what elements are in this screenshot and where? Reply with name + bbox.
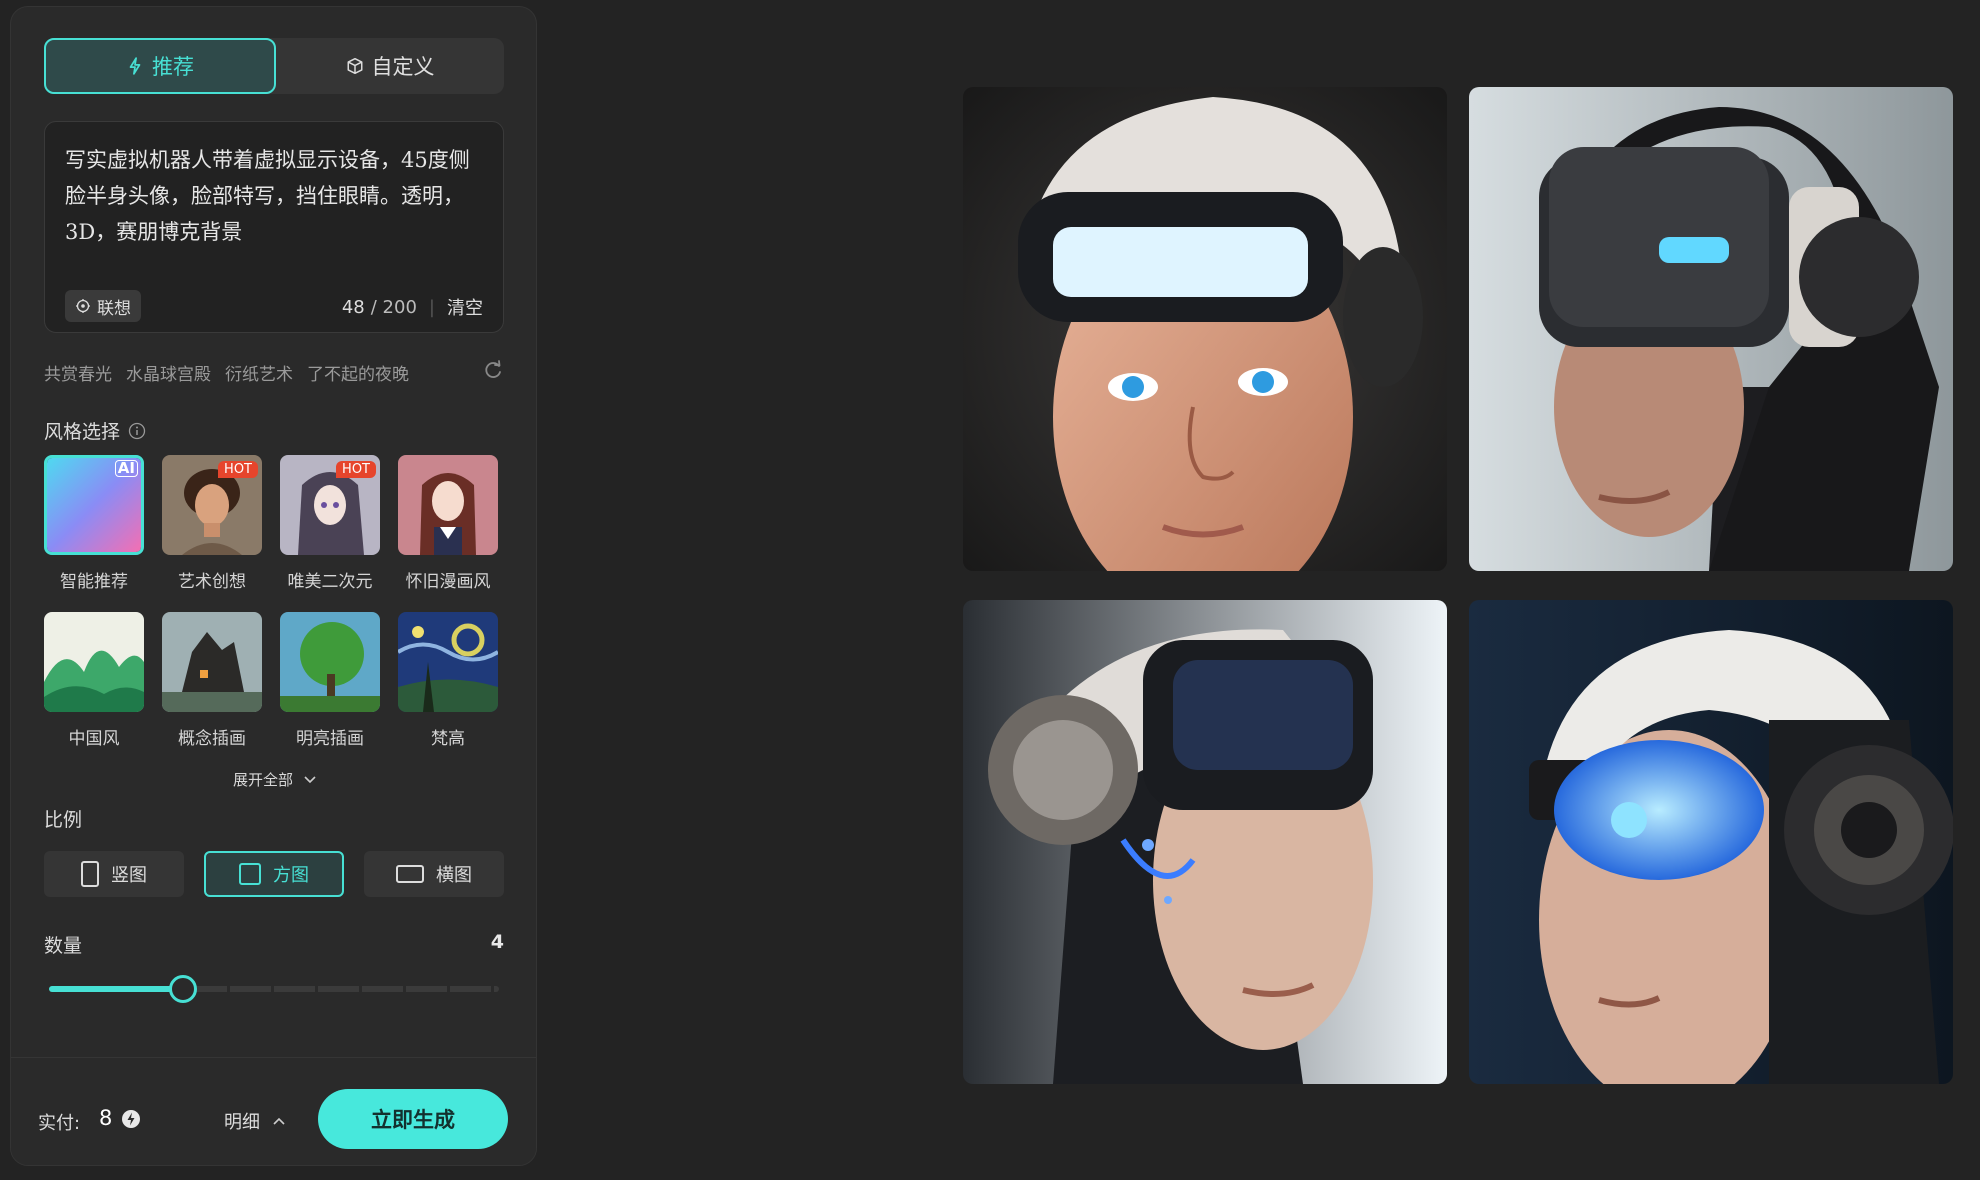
slider-tick [491,986,494,992]
slider-tick [403,986,406,992]
prompt-suggestions: 共赏春光 水晶球宫殿 衍纸艺术 了不起的夜晚 [44,359,504,385]
style-label: 中国风 [68,729,120,749]
tab-custom[interactable]: 自定义 [276,38,504,94]
result-image[interactable] [963,87,1447,571]
ratio-section-label: 比例 [44,809,83,831]
slider-tick [447,986,450,992]
ratio-square-button[interactable]: 方图 [204,851,344,897]
quantity-section-title: 数量 [44,931,82,958]
style-label: 智能推荐 [60,572,128,592]
chevron-down-icon [304,775,316,783]
result-gallery [963,87,1953,1084]
result-image[interactable] [1469,87,1953,571]
ratio-section-title: 比例 [44,805,82,832]
slider-tick [315,986,318,992]
pay-label: 实付: [38,1113,81,1134]
style-label: 唯美二次元 [287,572,373,592]
slider-fill [49,986,183,992]
prompt-text[interactable]: 写实虚拟机器人带着虚拟显示设备，45度侧脸半身头像，脸部特写，挡住眼睛。透明，3… [65,142,485,250]
detail-label: 明细 [224,1112,260,1133]
style-retro-manga[interactable]: 怀旧漫画风 [398,455,498,592]
suggestion-item[interactable]: 水晶球宫殿 [126,360,211,385]
style-thumbnail [44,612,144,712]
cube-icon [347,57,362,75]
style-label: 艺术创想 [178,572,246,592]
quantity-value: 4 [490,931,504,953]
hot-badge: HOT [336,461,376,478]
ratio-label: 横图 [436,865,472,886]
char-counter: 48 / 200 | 清空 [342,294,483,320]
ratio-portrait-button[interactable]: 竖图 [44,851,184,897]
slider-tick [227,986,230,992]
clear-button[interactable]: 清空 [447,294,483,320]
char-count-current: 48 [341,296,365,318]
style-label: 明亮插画 [296,729,364,749]
style-thumbnail: HOT [280,455,380,555]
ratio-label: 竖图 [111,865,147,886]
chevron-up-icon [273,1117,285,1125]
ratio-landscape-button[interactable]: 横图 [364,851,504,897]
quantity-label: 数量 [44,935,83,957]
prompt-textarea[interactable]: 写实虚拟机器人带着虚拟显示设备，45度侧脸半身头像，脸部特写，挡住眼睛。透明，3… [44,121,504,333]
coin-icon [122,1110,140,1128]
square-icon [239,863,261,885]
style-label: 梵高 [431,729,465,749]
slider-tick [359,986,362,992]
footer-bar: 实付: 8 明细 立即生成 [11,1057,536,1165]
style-thumbnail [398,455,498,555]
associate-button[interactable]: 联想 [65,290,141,322]
ratio-label: 方图 [273,865,309,886]
detail-button[interactable]: 明细 [224,1108,286,1134]
counter-divider: | [428,296,435,318]
style-art-imagination[interactable]: HOT 艺术创想 [162,455,262,592]
lightning-icon [129,57,141,75]
ai-badge: AI [114,460,138,477]
style-thumbnail: HOT [162,455,262,555]
suggestion-item[interactable]: 共赏春光 [44,360,112,385]
landscape-icon [396,865,424,883]
style-thumbnail [162,612,262,712]
mode-tabs: 推荐 自定义 [44,38,504,94]
style-bright-illustration[interactable]: 明亮插画 [280,612,380,749]
style-chinese[interactable]: 中国风 [44,612,144,749]
ratio-options: 竖图 方图 横图 [44,851,504,897]
style-van-gogh[interactable]: 梵高 [398,612,498,749]
generate-button[interactable]: 立即生成 [318,1089,508,1149]
style-section-label: 风格选择 [44,421,121,443]
style-label: 怀旧漫画风 [405,572,491,592]
result-image[interactable] [963,600,1447,1084]
char-count-max: / 200 [370,296,417,318]
style-smart-recommend[interactable]: AI 智能推荐 [44,455,144,592]
expand-all-button[interactable]: 展开全部 [44,769,506,790]
suggestion-item[interactable]: 了不起的夜晚 [307,360,409,385]
slider-thumb[interactable] [169,975,197,1003]
refresh-icon[interactable] [482,359,504,381]
style-thumbnail [280,612,380,712]
info-icon[interactable] [128,422,146,440]
settings-panel: 推荐 自定义 写实虚拟机器人带着虚拟显示设备，45度侧脸半身头像，脸部特写，挡住… [10,6,537,1166]
portrait-icon [81,861,99,887]
style-thumbnail: AI [44,455,144,555]
tab-recommend-label: 推荐 [152,55,194,79]
style-label: 概念插画 [178,729,246,749]
sparkle-icon [76,299,90,313]
hot-badge: HOT [218,461,258,478]
style-concept-illustration[interactable]: 概念插画 [162,612,262,749]
tab-recommend[interactable]: 推荐 [44,38,276,94]
style-thumbnail [398,612,498,712]
result-image[interactable] [1469,600,1953,1084]
style-anime[interactable]: HOT 唯美二次元 [280,455,380,592]
tab-custom-label: 自定义 [371,55,435,79]
expand-all-label: 展开全部 [232,771,293,789]
style-section-title: 风格选择 [44,417,146,444]
pay-value: 8 [99,1106,113,1130]
quantity-slider[interactable] [49,975,499,1003]
slider-tick [271,986,274,992]
suggestion-item[interactable]: 衍纸艺术 [225,360,293,385]
associate-label: 联想 [97,298,131,319]
style-grid: AI 智能推荐 HOT 艺术创想 HOT 唯美二次元 怀旧漫画风 中国风 概念插… [44,455,506,749]
